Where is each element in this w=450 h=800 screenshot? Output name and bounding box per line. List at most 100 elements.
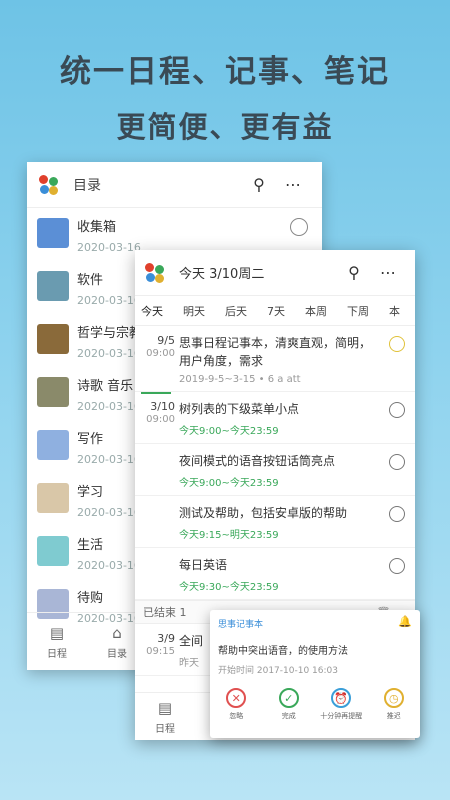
folder-name: 待购	[77, 591, 104, 606]
catalog-icon: ⌂	[112, 623, 122, 642]
catalog-appbar: 目录 ⚲ ⋯	[27, 162, 322, 208]
folder-date: 2020-03-16	[77, 559, 141, 572]
task-item[interactable]: 每日英语 今天9:30~今天23:59	[135, 548, 415, 600]
popup-app-name: 思事记事本	[218, 619, 264, 630]
action-label: 忽略	[229, 712, 244, 720]
bell-icon: 🔔	[398, 615, 412, 628]
today-title: 今天 3/10周二	[179, 267, 265, 282]
task-time: 09:15	[146, 646, 175, 657]
folder-icon	[37, 430, 69, 460]
complete-circle[interactable]	[389, 506, 405, 522]
task-item[interactable]: 夜间模式的语音按钮话筒亮点 今天9:00~今天23:59	[135, 444, 415, 496]
folder-name: 学习	[77, 485, 104, 500]
day-tabs: 今天 明天 后天 7天 本周 下周 本	[135, 296, 415, 326]
task-date: 9/5	[157, 334, 175, 347]
search-icon[interactable]: ⚲	[242, 175, 276, 194]
tab-schedule[interactable]: ▤ 日程	[27, 613, 87, 670]
task-date: 3/9	[157, 632, 175, 645]
task-meta: 今天9:00~今天23:59	[179, 478, 279, 489]
day-tab[interactable]: 明天	[183, 303, 205, 319]
folder-date: 2020-03-16	[77, 294, 141, 307]
task-title: 树列表的下级菜单小点	[179, 402, 300, 416]
folder-date: 2020-03-16	[77, 347, 141, 360]
folder-name: 收集箱	[77, 220, 117, 235]
popup-action-check[interactable]: ✓ 完成	[265, 688, 313, 721]
task-title: 每日英语	[179, 558, 228, 572]
action-label: 十分钟再提醒	[320, 712, 363, 720]
popup-action-close[interactable]: ✕ 忽略	[212, 688, 260, 721]
calendar-icon: ▤	[157, 698, 173, 717]
complete-circle[interactable]	[389, 558, 405, 574]
folder-name: 软件	[77, 273, 104, 288]
folder-date: 2020-03-16	[77, 453, 141, 466]
app-logo-icon	[145, 262, 165, 283]
popup-start-time: 开始时间 2017-10-10 16:03	[218, 666, 338, 676]
popup-task-title: 帮助中突出语音，的使用方法	[218, 646, 348, 657]
more-icon[interactable]: ⋯	[276, 175, 310, 194]
alarm-icon: ⏰	[331, 688, 352, 708]
task-item[interactable]: 9/5 09:00 思事日程记事本，清爽直观，简明，用户角度，需求 2019-9…	[135, 326, 415, 392]
day-tab[interactable]: 7天	[267, 303, 285, 319]
tab-label: 日程	[47, 648, 67, 660]
inbox-icon	[37, 218, 69, 248]
day-tab[interactable]: 本	[389, 303, 400, 319]
action-label: 推迟	[386, 712, 401, 720]
task-title: 夜间模式的语音按钮话筒亮点	[179, 454, 336, 468]
complete-circle[interactable]	[389, 402, 405, 418]
folder-date: 2020-03-16	[77, 400, 141, 413]
folder-name: 哲学与宗教	[77, 326, 143, 341]
day-tab[interactable]: 今天	[141, 303, 163, 319]
popup-body: 帮助中突出语音，的使用方法 开始时间 2017-10-10 16:03	[210, 636, 420, 676]
task-item[interactable]: 测试及帮助，包括安卓版的帮助 今天9:15~明天23:59	[135, 496, 415, 548]
task-time: 09:00	[146, 414, 175, 425]
popup-actions: ✕ 忽略 ✓ 完成 ⏰ 十分钟再提醒 ◷ 推迟	[210, 688, 420, 721]
today-marker	[141, 392, 171, 394]
task-meta: 今天9:15~明天23:59	[179, 530, 279, 541]
close-icon: ✕	[226, 688, 247, 708]
tab-schedule[interactable]: ▤ 日程	[135, 693, 195, 740]
task-list: 9/5 09:00 思事日程记事本，清爽直观，简明，用户角度，需求 2019-9…	[135, 326, 415, 600]
reminder-popup: 思事记事本 🔔 帮助中突出语音，的使用方法 开始时间 2017-10-10 16…	[210, 610, 420, 738]
folder-date: 2020-03-16	[77, 241, 141, 254]
photo-icon	[37, 377, 69, 407]
folder-icon	[37, 483, 69, 513]
more-icon[interactable]: ⋯	[371, 263, 405, 282]
task-title: 测试及帮助，包括安卓版的帮助	[179, 506, 348, 520]
task-meta: 2019-9-5~3-15 • 6 a att	[179, 374, 301, 385]
photo-icon	[37, 324, 69, 354]
task-meta: 今天9:00~今天23:59	[179, 426, 279, 437]
day-tab[interactable]: 本周	[305, 303, 327, 319]
task-item[interactable]: 3/10 09:00 树列表的下级菜单小点 今天9:00~今天23:59	[135, 392, 415, 444]
complete-circle[interactable]	[389, 336, 405, 352]
complete-circle[interactable]	[290, 218, 308, 236]
task-meta: 今天9:30~今天23:59	[179, 582, 279, 593]
popup-action-clock[interactable]: ◷ 推迟	[370, 688, 418, 721]
check-icon: ✓	[278, 688, 299, 708]
photo-icon	[37, 271, 69, 301]
task-date: 3/10	[150, 400, 175, 413]
popup-action-alarm[interactable]: ⏰ 十分钟再提醒	[317, 688, 365, 721]
folder-name: 生活	[77, 538, 104, 553]
action-label: 完成	[281, 712, 296, 720]
task-title: 思事日程记事本，清爽直观，简明，用户角度，需求	[179, 336, 372, 368]
today-appbar: 今天 3/10周二 ⚲ ⋯	[135, 250, 415, 296]
tab-label: 目录	[107, 648, 127, 660]
finished-label: 已结束 1	[143, 606, 187, 619]
tab-label: 日程	[155, 723, 175, 735]
folder-icon	[37, 536, 69, 566]
calendar-icon: ▤	[49, 623, 65, 642]
complete-circle[interactable]	[389, 454, 405, 470]
folder-date: 2020-03-16	[77, 506, 141, 519]
app-logo-icon	[39, 174, 59, 195]
day-tab[interactable]: 下周	[347, 303, 369, 319]
day-tab[interactable]: 后天	[225, 303, 247, 319]
folder-name: 写作	[77, 432, 104, 447]
headline-line1: 统一日程、记事、笔记	[60, 54, 390, 90]
folder-name: 诗歌 音乐	[77, 379, 134, 394]
popup-header: 思事记事本 🔔	[210, 610, 420, 636]
task-time: 09:00	[146, 348, 175, 359]
clock-icon: ◷	[383, 688, 404, 708]
search-icon[interactable]: ⚲	[337, 263, 371, 282]
headline-line2: 更简便、更有益	[116, 110, 334, 144]
catalog-title: 目录	[73, 177, 101, 194]
